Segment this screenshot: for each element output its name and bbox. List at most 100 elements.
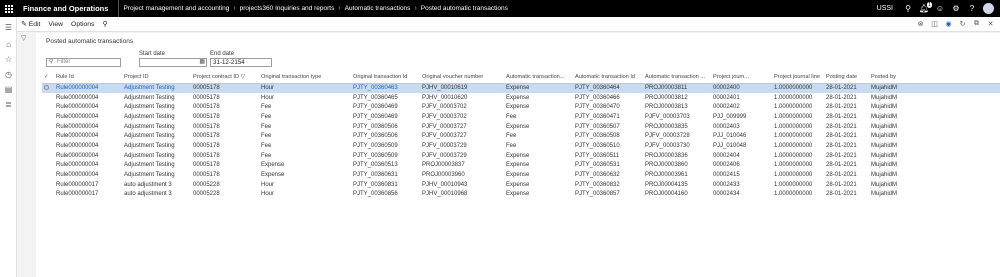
column-header[interactable]: Original transaction type	[259, 71, 351, 84]
smiley-icon[interactable]: ☺	[935, 4, 945, 14]
bell-icon[interactable]: 🔔︎ 1	[919, 1, 932, 14]
column-header[interactable]: Posted by	[869, 71, 1000, 84]
column-filter-icon[interactable]: ▽	[241, 74, 245, 80]
home-icon[interactable]: ⌂	[3, 39, 14, 50]
table-cell[interactable]: PJTY_00360856	[351, 190, 420, 200]
row-select-radio[interactable]	[42, 131, 54, 141]
table-cell[interactable]: PJTY_00360831	[351, 180, 420, 190]
table-cell[interactable]: PJTY_00360632	[573, 170, 643, 180]
filter-pane-icon[interactable]: ▽	[21, 34, 26, 42]
action-search-icon[interactable]: ⚲	[98, 17, 111, 32]
table-cell[interactable]: Rule000000017	[54, 190, 122, 200]
table-row[interactable]: Rule000000004 Adjustment Testing 00005178 F…	[42, 112, 1000, 122]
table-cell[interactable]: PJTY_00360463	[351, 83, 420, 93]
table-cell[interactable]: PJTY_00360507	[573, 122, 643, 132]
row-select-radio[interactable]	[42, 93, 54, 103]
row-select-radio[interactable]	[42, 170, 54, 180]
refresh-icon[interactable]: ↻	[959, 21, 966, 28]
table-cell[interactable]: PJTY_00360506	[351, 131, 420, 141]
edit-button[interactable]: ✎ Edit	[17, 17, 44, 32]
grid-filter-input[interactable]: ⚲ Filter	[46, 58, 121, 67]
table-cell[interactable]: PJTY_00360465	[351, 93, 420, 103]
table-row[interactable]: Rule000000004 Adjustment Testing 00005178 F…	[42, 122, 1000, 132]
view-menu[interactable]: View	[44, 17, 67, 32]
table-row[interactable]: Rule000000004 Adjustment Testing 00005178 H…	[42, 83, 1000, 93]
row-select-radio[interactable]	[42, 102, 54, 112]
select-all-checkbox[interactable]: ✓	[42, 71, 54, 84]
row-select-radio[interactable]	[42, 122, 54, 132]
table-cell[interactable]: PJTY_00360857	[573, 190, 643, 200]
link-icon[interactable]: ⊗	[917, 21, 924, 28]
column-header[interactable]: Project journal line	[772, 71, 824, 84]
app-title[interactable]: Finance and Operations	[17, 0, 120, 17]
table-cell[interactable]: PJTY_00360469	[351, 102, 420, 112]
table-cell[interactable]: PJTY_00360832	[573, 180, 643, 190]
table-row[interactable]: Rule000000004 Adjustment Testing 00005178 F…	[42, 141, 1000, 151]
table-cell[interactable]: Rule000000004	[54, 83, 122, 93]
table-cell[interactable]: PJTY_00360471	[573, 112, 643, 122]
breadcrumb-item[interactable]: Posted automatic transactions	[417, 5, 512, 12]
column-header[interactable]: Rule Id	[54, 71, 122, 84]
table-cell[interactable]: PJTY_00360466	[573, 93, 643, 103]
table-cell[interactable]: Rule000000004	[54, 122, 122, 132]
table-cell[interactable]: Rule000000004	[54, 112, 122, 122]
open-new-window-icon[interactable]: ⧉	[973, 20, 980, 28]
table-row[interactable]: Rule000000004 Adjustment Testing 00005178 F…	[42, 131, 1000, 141]
avatar[interactable]	[983, 3, 994, 14]
table-row[interactable]: Rule000000004 Adjustment Testing 00005178 H…	[42, 93, 1000, 103]
clock-icon[interactable]: ◷	[3, 69, 14, 80]
column-header[interactable]: Original voucher number	[420, 71, 504, 84]
row-select-radio[interactable]	[42, 141, 54, 151]
table-row[interactable]: Rule000000017 auto adjustment 3 00005228 Ho…	[42, 190, 1000, 200]
search-icon[interactable]: ⚲	[903, 4, 913, 14]
table-row[interactable]: Rule000000017 auto adjustment 3 00005228 Ho…	[42, 180, 1000, 190]
table-cell[interactable]: Rule000000004	[54, 102, 122, 112]
breadcrumb-item[interactable]: Automatic transactions	[341, 5, 415, 12]
column-header[interactable]: Project ID	[122, 71, 191, 84]
row-select-radio[interactable]	[42, 112, 54, 122]
table-cell[interactable]: Rule000000004	[54, 151, 122, 161]
app-launcher-icon[interactable]	[0, 0, 17, 17]
start-date-field[interactable]: ▦	[139, 58, 207, 67]
table-row[interactable]: Rule000000004 Adjustment Testing 00005178 F…	[42, 102, 1000, 112]
list-icon[interactable]: ≣	[3, 99, 14, 110]
help-icon[interactable]: ?	[967, 4, 977, 14]
close-icon[interactable]: ✕	[987, 21, 994, 28]
table-cell[interactable]: Rule000000004	[54, 170, 122, 180]
table-cell[interactable]: PJTY_00360470	[573, 102, 643, 112]
table-cell[interactable]: PJTY_00360511	[573, 151, 643, 161]
table-cell[interactable]: PJTY_00360509	[351, 141, 420, 151]
column-header[interactable]: Project contract ID ▽	[191, 71, 259, 84]
office-icon[interactable]: ◫	[931, 21, 938, 28]
table-cell[interactable]: Rule000000004	[54, 93, 122, 103]
row-select-radio[interactable]	[42, 180, 54, 190]
workspaces-icon[interactable]: ▤	[3, 84, 14, 95]
column-header[interactable]: Automatic transaction...	[504, 71, 573, 84]
column-header[interactable]: Automatic transaction Id	[573, 71, 643, 84]
breadcrumb-item[interactable]: projects360 Inquiries and reports	[236, 5, 339, 12]
table-cell[interactable]: Rule000000004	[54, 141, 122, 151]
table-cell[interactable]: PJTY_00360513	[351, 161, 420, 171]
column-header[interactable]: Project journ...	[711, 71, 772, 84]
column-header[interactable]: Original transaction Id	[351, 71, 420, 84]
table-cell[interactable]: PJTY_00360509	[351, 151, 420, 161]
table-cell[interactable]: PJTY_00360469	[351, 112, 420, 122]
attachment-icon[interactable]: ◉	[945, 21, 952, 28]
table-cell[interactable]: PJTY_00360631	[351, 170, 420, 180]
row-select-radio[interactable]	[42, 190, 54, 200]
calendar-icon[interactable]: ▦	[199, 59, 205, 66]
table-cell[interactable]: Rule000000004	[54, 161, 122, 171]
hamburger-menu-icon[interactable]: ☰	[3, 22, 14, 33]
table-row[interactable]: Rule000000004 Adjustment Testing 00005178 F…	[42, 151, 1000, 161]
star-icon[interactable]: ☆	[3, 54, 14, 65]
table-row[interactable]: Rule000000004 Adjustment Testing 00005178 E…	[42, 170, 1000, 180]
end-date-field[interactable]: 31-12-2154	[210, 58, 272, 67]
column-header[interactable]: Posting date	[824, 71, 869, 84]
row-select-radio[interactable]	[42, 161, 54, 171]
options-menu[interactable]: Options	[67, 17, 98, 32]
row-select-radio[interactable]	[42, 83, 54, 93]
table-cell[interactable]: Rule000000017	[54, 180, 122, 190]
table-row[interactable]: Rule000000004 Adjustment Testing 00005178 E…	[42, 161, 1000, 171]
table-cell[interactable]: PJTY_00360506	[351, 122, 420, 132]
table-cell[interactable]: Rule000000004	[54, 131, 122, 141]
